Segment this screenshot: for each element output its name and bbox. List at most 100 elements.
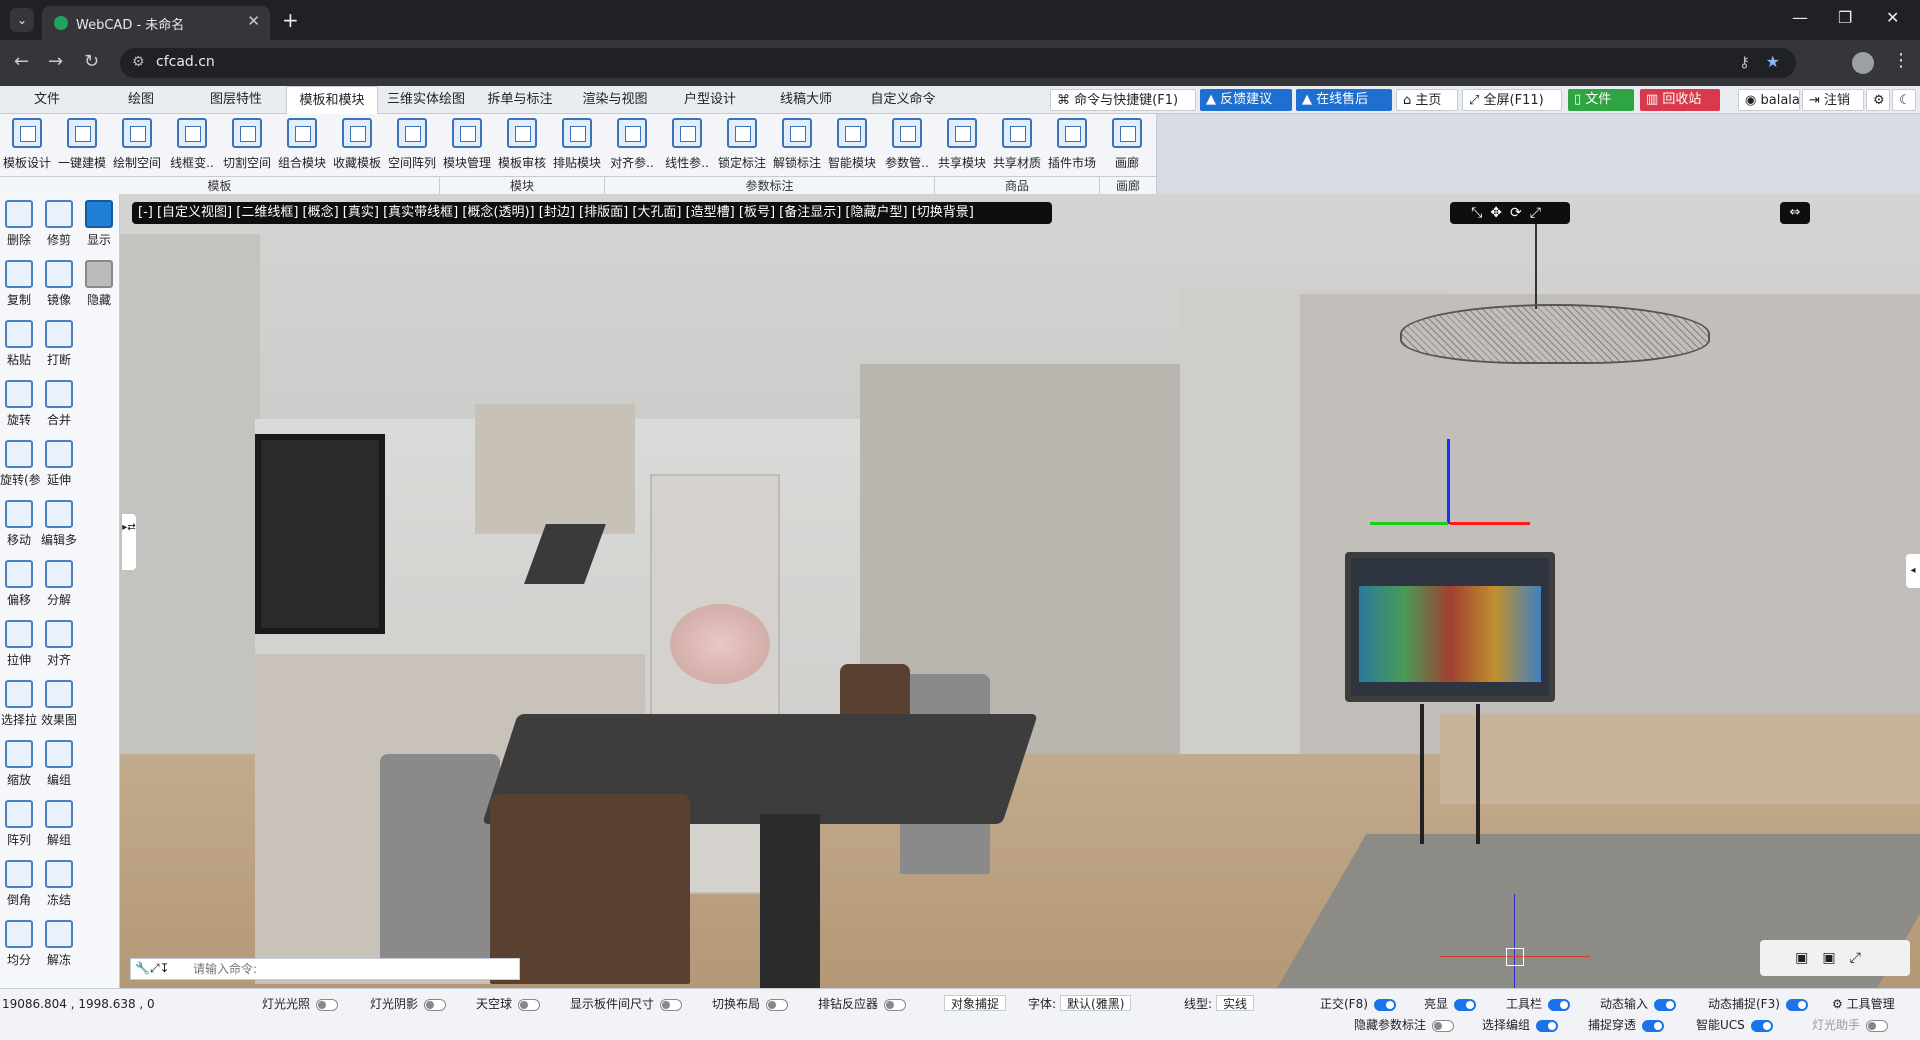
site-settings-icon[interactable]: ⚙ — [132, 54, 145, 70]
ribbon-space-array[interactable]: 空间阵列 — [385, 118, 439, 176]
toggle-light-helper[interactable]: 灯光助手 — [1812, 1016, 1889, 1033]
tool-hide[interactable]: 隐藏 — [80, 258, 118, 316]
gizmo-axis-x[interactable] — [1450, 522, 1530, 525]
home-button[interactable]: ⌂ 主页 — [1396, 89, 1458, 111]
toggle-switch[interactable] — [1785, 998, 1808, 1011]
toggle-highlight[interactable]: 亮显 — [1424, 995, 1477, 1012]
toggle-sky-sphere[interactable]: 天空球 — [476, 995, 541, 1012]
tool-unfreeze[interactable]: 解冻 — [40, 918, 78, 976]
tool-manage-button[interactable]: ⚙ 工具管理 — [1832, 995, 1895, 1012]
menu-tab-templates[interactable]: 模板和模块 — [286, 86, 378, 114]
toggle-toolbar[interactable]: 工具栏 — [1506, 995, 1571, 1012]
ribbon-cut-space[interactable]: 切割空间 — [220, 118, 274, 176]
tool-edit-multi[interactable]: 编辑多 — [40, 498, 78, 556]
view-controls[interactable]: ⤡✥⟳⤢ — [1450, 202, 1570, 224]
collapse-left-panel-icon[interactable]: ▸⇄ — [122, 514, 136, 570]
tool-freeze[interactable]: 冻结 — [40, 858, 78, 916]
toggle-dynamic-snap[interactable]: 动态捕捉(F3) — [1708, 995, 1808, 1012]
toggle-snap-through[interactable]: 捕捉穿透 — [1588, 1016, 1665, 1033]
toggle-select-group[interactable]: 选择编组 — [1482, 1016, 1559, 1033]
toggle-switch-layout[interactable]: 切换布局 — [712, 995, 789, 1012]
toggle-switch[interactable] — [884, 998, 907, 1011]
toggle-smart-ucs[interactable]: 智能UCS — [1696, 1016, 1773, 1033]
font-select[interactable]: 字体: 默认(雅黑) — [1028, 995, 1132, 1012]
forward-icon[interactable]: → — [48, 51, 63, 72]
password-key-icon[interactable]: ⚷ — [1739, 53, 1750, 71]
toggle-switch[interactable] — [1642, 1019, 1665, 1032]
tool-rotate-param[interactable]: 旋转(参 — [0, 438, 41, 496]
ribbon-template-review[interactable]: 模板审核 — [495, 118, 549, 176]
toggle-light-shadow[interactable]: 灯光阴影 — [370, 995, 447, 1012]
browser-tab[interactable]: WebCAD - 未命名 ✕ — [42, 6, 270, 40]
toggle-panel-icon[interactable]: ⇔ — [1780, 202, 1810, 224]
fullscreen-button[interactable]: ⤢ 全屏(F11) — [1462, 89, 1562, 111]
ribbon-wireframe[interactable]: 线框变.. — [165, 118, 219, 176]
ribbon-linear-param[interactable]: 线性参.. — [660, 118, 714, 176]
close-window-icon[interactable]: ✕ — [1886, 8, 1899, 27]
dark-mode-moon-icon[interactable]: ☾ — [1892, 89, 1916, 111]
menu-tab-custom-command[interactable]: 自定义命令 — [856, 86, 950, 114]
reload-icon[interactable]: ↻ — [84, 51, 99, 72]
tool-trim[interactable]: 修剪 — [40, 198, 78, 256]
file-button[interactable]: ▯ 文件 — [1568, 89, 1634, 111]
ribbon-param-manage[interactable]: 参数管.. — [880, 118, 934, 176]
tool-group[interactable]: 编组 — [40, 738, 78, 796]
bookmark-star-icon[interactable]: ★ — [1766, 52, 1780, 71]
tool-divide[interactable]: 均分 — [0, 918, 38, 976]
ribbon-share-module[interactable]: 共享模块 — [935, 118, 989, 176]
linetype-select[interactable]: 线型: 实线 — [1184, 995, 1255, 1012]
restore-icon[interactable]: ❐ — [1838, 8, 1852, 27]
toggle-ortho[interactable]: 正交(F8) — [1320, 995, 1396, 1012]
tool-move[interactable]: 移动 — [0, 498, 38, 556]
font-value[interactable]: 默认(雅黑) — [1060, 995, 1132, 1011]
toggle-switch[interactable] — [1454, 998, 1477, 1011]
gizmo-axis-up[interactable] — [1447, 439, 1450, 524]
toggle-switch[interactable] — [660, 998, 683, 1011]
camera-controls[interactable]: ▣▣⤢ — [1760, 940, 1910, 976]
toggle-switch[interactable] — [1536, 1019, 1559, 1032]
toggle-switch[interactable] — [424, 998, 447, 1011]
ribbon-combine-module[interactable]: 组合模块 — [275, 118, 329, 176]
tool-break[interactable]: 打断 — [40, 318, 78, 376]
back-icon[interactable]: ← — [14, 51, 29, 72]
gizmo-axis-z[interactable] — [1370, 522, 1448, 525]
ribbon-plugin-market[interactable]: 插件市场 — [1045, 118, 1099, 176]
ribbon-favorite-template[interactable]: 收藏模板 — [330, 118, 384, 176]
tool-show[interactable]: 显示 — [80, 198, 118, 256]
menu-tab-file[interactable]: 文件 — [0, 86, 94, 114]
tool-explode[interactable]: 分解 — [40, 558, 78, 616]
tool-merge[interactable]: 合并 — [40, 378, 78, 436]
menu-tab-draw[interactable]: 绘图 — [94, 86, 188, 114]
toggle-light[interactable]: 灯光光照 — [262, 995, 339, 1012]
ribbon-one-click-model[interactable]: 一键建模 — [55, 118, 109, 176]
ribbon-lock-dimension[interactable]: 锁定标注 — [715, 118, 769, 176]
new-tab-icon[interactable]: + — [282, 8, 299, 32]
close-tab-icon[interactable]: ✕ — [247, 12, 260, 30]
ribbon-unlock-dimension[interactable]: 解锁标注 — [770, 118, 824, 176]
address-bar[interactable]: ⚙ cfcad.cn ⚷ ★ — [120, 48, 1796, 78]
toggle-switch[interactable] — [316, 998, 339, 1011]
ribbon-draw-space[interactable]: 绘制空间 — [110, 118, 164, 176]
tool-chamfer[interactable]: 倒角 — [0, 858, 38, 916]
tool-paste[interactable]: 粘贴 — [0, 318, 38, 376]
tool-extend[interactable]: 延伸 — [40, 438, 78, 496]
view-mode-bar[interactable]: [-] [自定义视图] [二维线框] [概念] [真实] [真实带线框] [概念… — [132, 202, 1052, 224]
browser-menu-icon[interactable]: ⋮ — [1892, 50, 1910, 71]
menu-tab-3d-solid[interactable]: 三维实体绘图 — [380, 86, 472, 114]
scene-tv[interactable] — [1345, 552, 1555, 702]
toggle-panel-dimensions[interactable]: 显示板件间尺寸 — [570, 995, 683, 1012]
toggle-switch[interactable] — [1373, 998, 1396, 1011]
ribbon-tile-module[interactable]: 排贴模块 — [550, 118, 604, 176]
tool-stretch[interactable]: 拉伸 — [0, 618, 38, 676]
tool-mirror[interactable]: 镜像 — [40, 258, 78, 316]
menu-tab-layers[interactable]: 图层特性 — [188, 86, 284, 114]
toggle-switch[interactable] — [1866, 1019, 1889, 1032]
toggle-switch[interactable] — [1750, 1019, 1773, 1032]
toggle-switch[interactable] — [1654, 998, 1677, 1011]
logout-button[interactable]: ⇥ 注销 — [1802, 89, 1864, 111]
tool-rotate[interactable]: 旋转 — [0, 378, 38, 436]
ribbon-align-param[interactable]: 对齐参.. — [605, 118, 659, 176]
menu-tab-render-view[interactable]: 渲染与视图 — [568, 86, 662, 114]
settings-gear-icon[interactable]: ⚙ — [1866, 89, 1890, 111]
minimize-icon[interactable]: — — [1792, 8, 1808, 27]
